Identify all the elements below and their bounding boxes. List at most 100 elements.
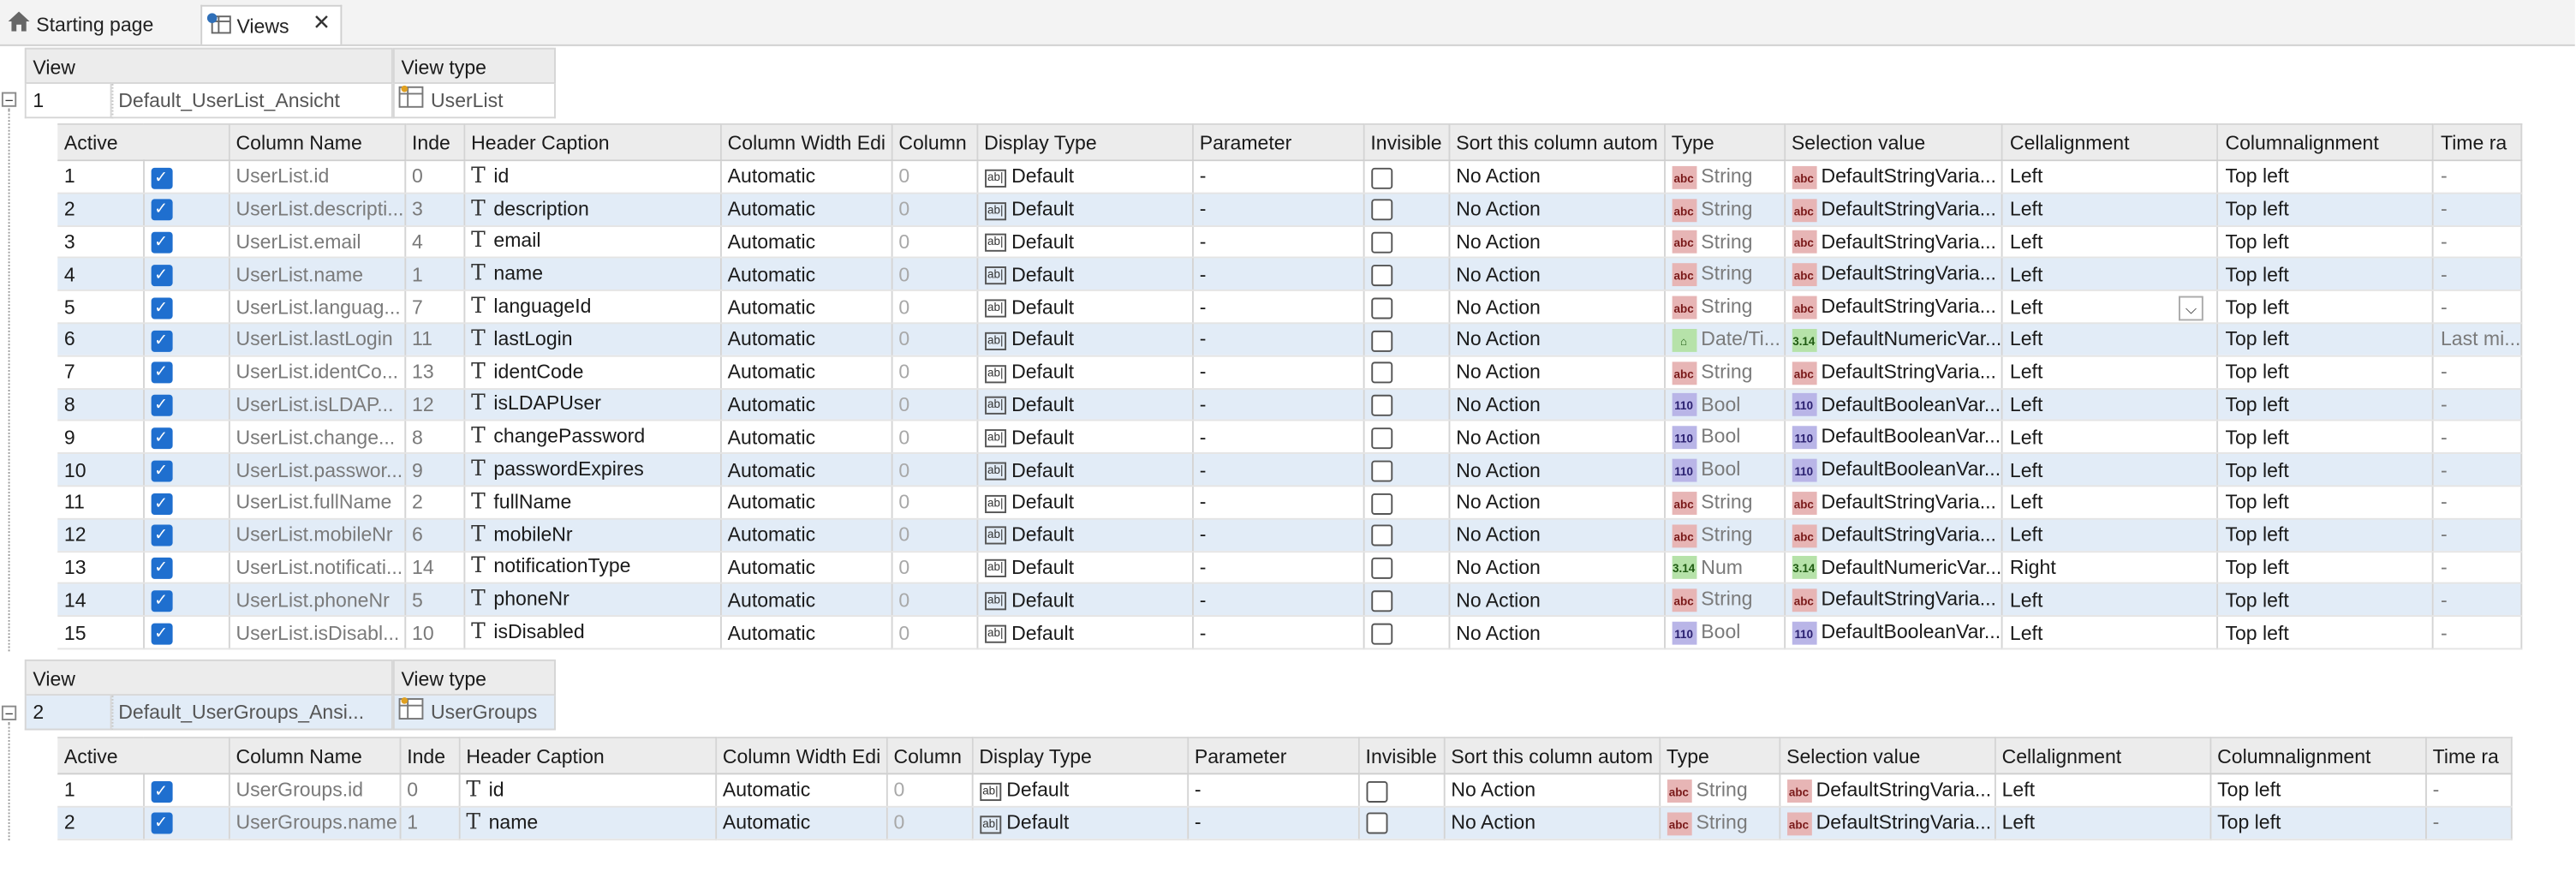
column-cell[interactable]: 0 — [891, 225, 978, 260]
checkbox-checked-icon[interactable]: ✓ — [150, 558, 172, 580]
column-width-cell[interactable]: Automatic — [720, 453, 892, 487]
col-header-type[interactable]: Type — [1664, 122, 1786, 162]
selection-value-cell[interactable]: 110 DefaultBooleanVar... — [1784, 388, 2004, 422]
checkbox-checked-icon[interactable]: ✓ — [150, 297, 172, 319]
column-name-cell[interactable]: UserList.name — [228, 258, 406, 292]
col-header-time-range[interactable]: Time ra — [2425, 737, 2512, 775]
header-caption-cell[interactable]: TphoneNr — [463, 583, 721, 618]
header-caption-cell[interactable]: Tid — [463, 160, 721, 194]
invisible-cell[interactable] — [1363, 388, 1450, 422]
selection-value-cell[interactable]: 3.14 DefaultNumericVar... — [1784, 323, 2004, 357]
table-row[interactable]: 3 ✓ UserList.email 4 Temail Automatic 0 ab| Defa… — [57, 225, 2523, 260]
column-width-cell[interactable]: Automatic — [720, 258, 892, 292]
column-name-cell[interactable]: UserGroups.name — [228, 806, 401, 840]
col-header-column[interactable]: Column — [886, 737, 973, 775]
column-cell[interactable]: 0 — [891, 388, 978, 422]
columnalignment-cell[interactable]: Top left — [2217, 160, 2435, 194]
cellalignment-cell[interactable]: Right — [2002, 551, 2219, 585]
type-cell[interactable]: 110 Bool — [1664, 388, 1786, 422]
parameter-cell[interactable]: - — [1192, 290, 1364, 325]
header-caption-cell[interactable]: Tdescription — [463, 193, 721, 227]
column-cell[interactable]: 0 — [891, 193, 978, 227]
invisible-checkbox[interactable] — [1370, 590, 1392, 612]
selection-value-cell[interactable]: abc DefaultStringVaria... — [1784, 355, 2004, 390]
display-type-cell[interactable]: ab| Default — [976, 583, 1194, 618]
col-header-columnalignment[interactable]: Columnalignment — [2217, 122, 2435, 162]
col-header-column-name[interactable]: Column Name — [228, 122, 406, 162]
time-range-cell[interactable]: - — [2425, 806, 2512, 840]
parameter-cell[interactable]: - — [1187, 773, 1359, 808]
index-cell[interactable]: 0 — [399, 773, 460, 808]
invisible-cell[interactable] — [1363, 551, 1450, 585]
display-type-cell[interactable]: ab| Default — [976, 160, 1194, 194]
view-type[interactable]: UserList — [392, 83, 556, 119]
invisible-cell[interactable] — [1363, 355, 1450, 390]
collapse-view-1-toggle[interactable]: − — [1, 92, 17, 108]
column-width-cell[interactable]: Automatic — [720, 421, 892, 455]
sort-cell[interactable]: No Action — [1448, 160, 1666, 194]
column-width-cell[interactable]: Automatic — [720, 355, 892, 390]
type-cell[interactable]: abc String — [1664, 290, 1786, 325]
selection-value-cell[interactable]: abc DefaultStringVaria... — [1779, 773, 1995, 808]
column-cell[interactable]: 0 — [891, 160, 978, 194]
sort-cell[interactable]: No Action — [1443, 773, 1661, 808]
sort-cell[interactable]: No Action — [1448, 518, 1666, 552]
view-type[interactable]: UserGroups — [392, 696, 556, 731]
index-cell[interactable]: 5 — [404, 583, 465, 618]
invisible-cell[interactable] — [1363, 160, 1450, 194]
view-name[interactable]: Default_UserList_Ansicht — [111, 83, 393, 119]
header-caption-cell[interactable]: TmobileNr — [463, 518, 721, 552]
sort-cell[interactable]: No Action — [1448, 388, 1666, 422]
column-cell[interactable]: 0 — [891, 518, 978, 552]
cellalignment-cell[interactable]: Left — [2002, 355, 2219, 390]
columnalignment-cell[interactable]: Top left — [2217, 193, 2435, 227]
invisible-cell[interactable] — [1363, 421, 1450, 455]
checkbox-checked-icon[interactable]: ✓ — [150, 232, 172, 254]
col-header-column-width[interactable]: Column Width Edi — [715, 737, 887, 775]
invisible-cell[interactable] — [1363, 225, 1450, 260]
tab-starting-page[interactable]: Starting page — [3, 5, 191, 43]
checkbox-checked-icon[interactable]: ✓ — [150, 200, 172, 221]
col-header-cellalignment[interactable]: Cellalignment — [2002, 122, 2219, 162]
column-cell[interactable]: 0 — [891, 616, 978, 650]
column-cell[interactable]: 0 — [891, 486, 978, 520]
type-cell[interactable]: 110 Bool — [1664, 421, 1786, 455]
header-caption-cell[interactable]: TfullName — [463, 486, 721, 520]
selection-value-cell[interactable]: 3.14 DefaultNumericVar... — [1784, 551, 2004, 585]
col-header-active[interactable]: Active — [57, 122, 230, 162]
column-cell[interactable]: 0 — [891, 355, 978, 390]
column-cell[interactable]: 0 — [891, 583, 978, 618]
index-cell[interactable]: 2 — [404, 486, 465, 520]
table-row[interactable]: 8 ✓ UserList.isLDAP... 12 TisLDAPUser Automat… — [57, 388, 2523, 422]
active-checkbox[interactable]: ✓ — [143, 421, 230, 455]
index-cell[interactable]: 12 — [404, 388, 465, 422]
index-cell[interactable]: 9 — [404, 453, 465, 487]
column-name-cell[interactable]: UserList.isLDAP... — [228, 388, 406, 422]
index-cell[interactable]: 1 — [404, 258, 465, 292]
col-header-selection-value[interactable]: Selection value — [1784, 122, 2004, 162]
display-type-cell[interactable]: ab| Default — [976, 355, 1194, 390]
invisible-checkbox[interactable] — [1370, 200, 1392, 221]
display-type-cell[interactable]: ab| Default — [976, 258, 1194, 292]
index-cell[interactable]: 7 — [404, 290, 465, 325]
display-type-cell[interactable]: ab| Default — [971, 773, 1189, 808]
sort-cell[interactable]: No Action — [1448, 453, 1666, 487]
parameter-cell[interactable]: - — [1192, 486, 1364, 520]
table-row[interactable]: 1 ✓ UserGroups.id 0 Tid Automatic 0 ab| Default -… — [57, 773, 2512, 808]
type-cell[interactable]: abc String — [1659, 806, 1780, 840]
invisible-checkbox[interactable] — [1370, 265, 1392, 286]
col-header-parameter[interactable]: Parameter — [1187, 737, 1359, 775]
invisible-cell[interactable] — [1363, 193, 1450, 227]
display-type-cell[interactable]: ab| Default — [976, 290, 1194, 325]
column-name-cell[interactable]: UserList.languag... — [228, 290, 406, 325]
time-range-cell[interactable]: - — [2433, 160, 2523, 194]
type-cell[interactable]: abc String — [1664, 583, 1786, 618]
checkbox-checked-icon[interactable]: ✓ — [150, 362, 172, 385]
header-caption-cell[interactable]: Temail — [463, 225, 721, 260]
column-name-cell[interactable]: UserList.email — [228, 225, 406, 260]
checkbox-checked-icon[interactable]: ✓ — [150, 167, 172, 188]
time-range-cell[interactable]: - — [2433, 518, 2523, 552]
time-range-cell[interactable]: - — [2433, 486, 2523, 520]
header-caption-cell[interactable]: Tid — [458, 773, 717, 808]
column-width-cell[interactable]: Automatic — [720, 388, 892, 422]
